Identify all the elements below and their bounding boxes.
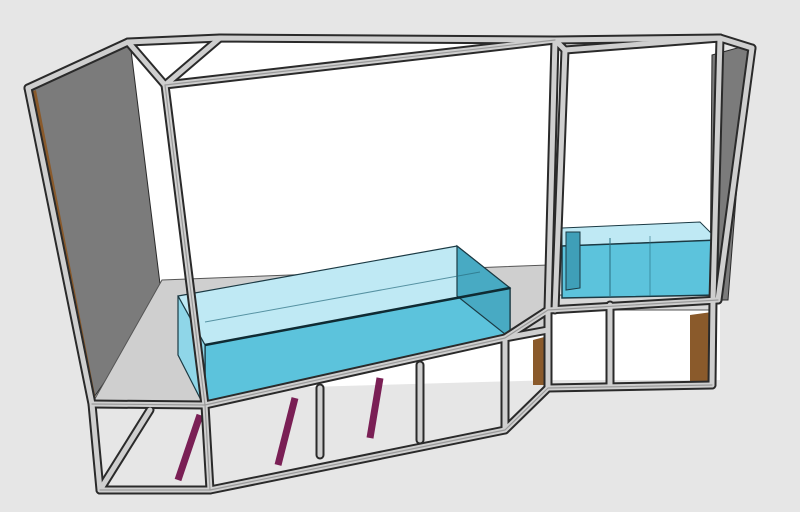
purple-support-3 <box>366 377 384 439</box>
small-tank-overflow-box <box>565 231 581 291</box>
purple-support-2 <box>274 397 299 466</box>
small-tank-front <box>561 239 719 299</box>
aquarium-stand-3d-model <box>0 0 800 512</box>
purple-support-1 <box>174 413 204 482</box>
model-canvas <box>23 33 757 495</box>
small-aquarium-tank <box>561 221 720 299</box>
